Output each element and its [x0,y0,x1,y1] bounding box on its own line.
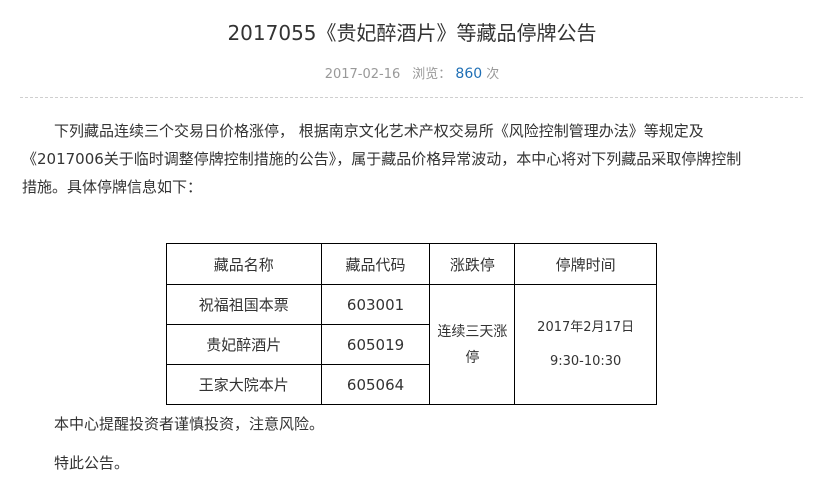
header-item-code: 藏品代码 [320,243,431,285]
publish-date: 2017-02-16 [324,67,401,82]
views-count: 860 [455,66,483,82]
views-label: 浏览： [412,67,452,82]
intro-line: 《2017006关于临时调整停牌控制措施的公告》，属于藏品价格异常波动，本中心将… [22,150,742,168]
table-header-row: 藏品名称 藏品代码 涨跌停 停牌时间 [166,243,657,285]
halt-date: 2017年2月17日 [537,319,635,335]
item-name-cell: 王家大院本片 [166,364,322,405]
item-code-cell: 603001 [320,284,431,325]
header-limit: 涨跌停 [429,243,516,285]
halt-time-range: 9:30-10:30 [549,353,622,369]
header-halt-time: 停牌时间 [514,243,657,285]
item-name-cell: 祝福祖国本票 [166,284,322,325]
item-code-cell: 605019 [320,324,431,365]
halt-table: 藏品名称 藏品代码 涨跌停 停牌时间 祝福祖国本票 603001 连续三天涨停 … [166,243,657,405]
item-name-cell: 贵妃醉酒片 [166,324,322,365]
intro-line: 下列藏品连续三个交易日价格涨停， 根据南京文化艺术产权交易所《风险控制管理办法》… [54,122,704,140]
halt-time-cell: 2017年2月17日 9:30-10:30 [514,284,657,405]
intro-line: 措施。具体停牌信息如下： [22,178,203,196]
article-meta: 2017-02-16 浏览： 860 次 [0,64,814,85]
views-unit: 次 [486,67,500,82]
item-code-cell: 605064 [320,364,431,405]
risk-reminder: 本中心提醒投资者谨慎投资，注意风险。 [54,415,325,433]
limit-cell: 连续三天涨停 [429,284,516,405]
header-item-name: 藏品名称 [166,243,322,285]
intro-paragraph: 下列藏品连续三个交易日价格涨停， 根据南京文化艺术产权交易所《风险控制管理办法》… [22,117,802,201]
closing-statement: 特此公告。 [54,454,130,472]
table-row: 祝福祖国本票 603001 连续三天涨停 2017年2月17日 9:30-10:… [166,284,657,405]
page-title: 2017055《贵妃醉酒片》等藏品停牌公告 [227,21,597,45]
title-divider [20,97,803,98]
